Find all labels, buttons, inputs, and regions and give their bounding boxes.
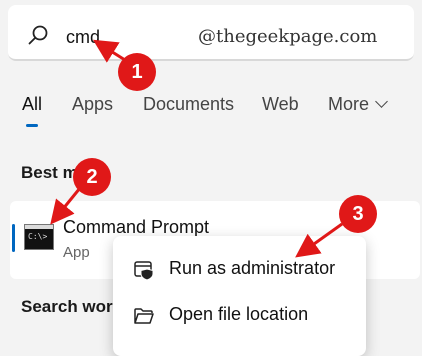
annotation-badge-2: 2 [73,158,111,196]
annotation-arrow-2 [50,187,82,225]
annotation-badge-3: 3 [339,195,377,233]
annotation-arrows [50,39,343,258]
annotation-arrow-1 [92,39,126,63]
annotation-arrow-3 [295,222,343,258]
annotation-badge-1: 1 [118,53,156,91]
